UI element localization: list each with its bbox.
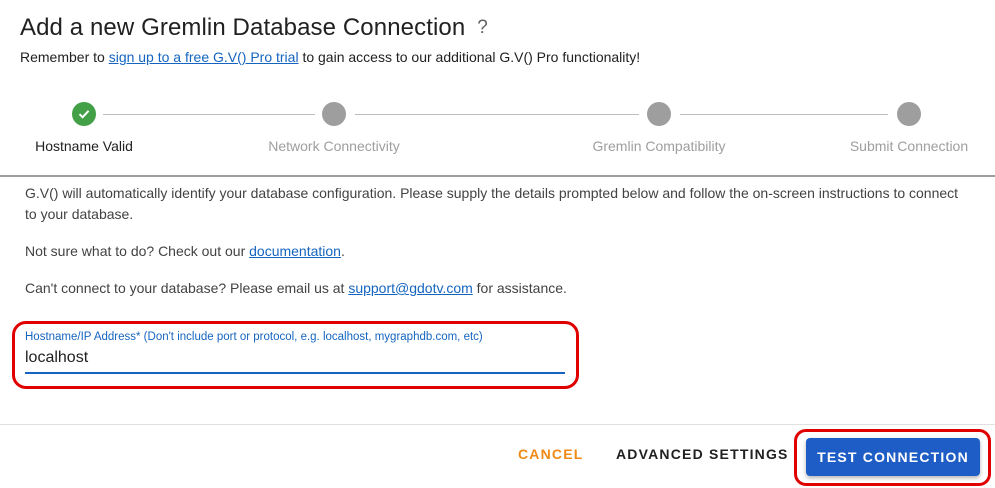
step-network-connectivity: Network Connectivity bbox=[254, 98, 414, 154]
step-label: Hostname Valid bbox=[35, 138, 133, 154]
dialog-title: Add a new Gremlin Database Connection bbox=[20, 14, 466, 41]
step-label: Gremlin Compatibility bbox=[592, 138, 726, 154]
support-prefix: Can't connect to your database? Please e… bbox=[25, 280, 349, 296]
documentation-link[interactable]: documentation bbox=[249, 243, 341, 259]
step-gremlin-compatibility: Gremlin Compatibility bbox=[579, 98, 739, 154]
trial-notice-suffix: to gain access to our additional G.V() P… bbox=[298, 49, 641, 65]
support-email-link[interactable]: support@gdotv.com bbox=[348, 280, 472, 296]
pending-step-icon bbox=[897, 102, 921, 126]
intro-text: G.V() will automatically identify your d… bbox=[25, 185, 959, 222]
trial-notice: Remember to sign up to a free G.V() Pro … bbox=[20, 49, 640, 65]
instructions: G.V() will automatically identify your d… bbox=[25, 183, 965, 315]
help-icon[interactable]: ? bbox=[477, 17, 488, 39]
stepper-divider bbox=[0, 175, 995, 177]
support-suffix: for assistance. bbox=[472, 280, 567, 296]
docs-prefix: Not sure what to do? Check out our bbox=[25, 243, 250, 259]
test-connection-highlight bbox=[794, 429, 991, 486]
cancel-button[interactable]: CANCEL bbox=[518, 446, 584, 462]
connection-stepper: Hostname Valid Network Connectivity Grem… bbox=[0, 98, 995, 176]
step-hostname-valid: Hostname Valid bbox=[14, 98, 154, 154]
hostname-highlight bbox=[12, 321, 579, 389]
check-icon bbox=[72, 102, 96, 126]
advanced-settings-button[interactable]: ADVANCED SETTINGS bbox=[616, 446, 789, 462]
pending-step-icon bbox=[647, 102, 671, 126]
trial-signup-link[interactable]: sign up to a free G.V() Pro trial bbox=[109, 49, 299, 65]
step-label: Submit Connection bbox=[849, 138, 969, 154]
dialog-header: Add a new Gremlin Database Connection ? bbox=[20, 14, 488, 42]
support-text: Can't connect to your database? Please e… bbox=[25, 278, 965, 299]
footer-divider bbox=[0, 424, 995, 425]
trial-notice-prefix: Remember to bbox=[20, 49, 109, 65]
docs-text: Not sure what to do? Check out our docum… bbox=[25, 241, 965, 262]
docs-suffix: . bbox=[340, 243, 345, 259]
pending-step-icon bbox=[322, 102, 346, 126]
step-label: Network Connectivity bbox=[268, 138, 400, 154]
step-submit-connection: Submit Connection bbox=[838, 98, 980, 154]
